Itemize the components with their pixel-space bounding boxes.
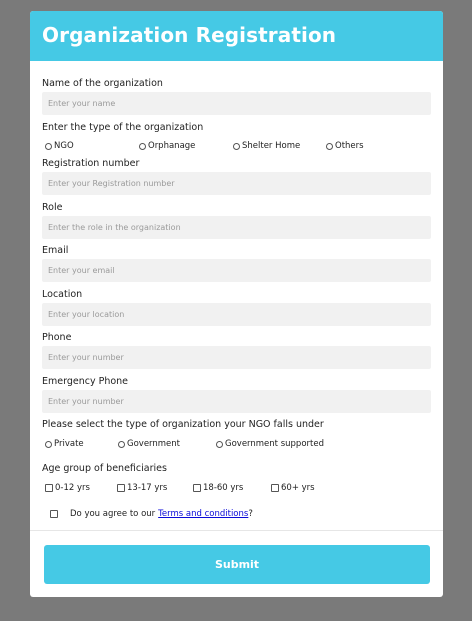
checkbox-icon[interactable] — [193, 484, 201, 492]
registration-input[interactable] — [42, 172, 431, 195]
page-title: Organization Registration — [42, 23, 337, 47]
radio-icon[interactable] — [45, 142, 52, 150]
terms-checkbox[interactable] — [50, 510, 58, 518]
age-group-option-60-plus[interactable]: 60+ yrs — [271, 483, 315, 493]
name-label: Name of the organization — [42, 78, 163, 89]
org-type-option-shelter-home[interactable]: Shelter Home — [233, 141, 300, 151]
org-type-option-orphanage[interactable]: Orphanage — [139, 141, 195, 151]
role-label: Role — [42, 202, 63, 213]
location-input[interactable] — [42, 303, 431, 326]
radio-icon[interactable] — [139, 142, 146, 150]
org-category-option-government[interactable]: Government — [118, 439, 180, 449]
phone-label: Phone — [42, 332, 72, 343]
checkbox-icon[interactable] — [271, 484, 279, 492]
radio-icon[interactable] — [45, 440, 52, 448]
phone-input[interactable] — [42, 346, 431, 369]
role-input[interactable] — [42, 216, 431, 239]
registration-card: Organization Registration Name of the or… — [30, 11, 443, 597]
terms-text: Do you agree to our — [70, 509, 156, 519]
org-category-option-government-supported[interactable]: Government supported — [216, 439, 324, 449]
age-group-label: Age group of beneficiaries — [42, 463, 167, 474]
checkbox-icon[interactable] — [117, 484, 125, 492]
location-label: Location — [42, 289, 83, 300]
registration-label: Registration number — [42, 158, 140, 169]
radio-icon[interactable] — [326, 142, 333, 150]
email-label: Email — [42, 245, 69, 256]
emergency-phone-input[interactable] — [42, 390, 431, 413]
org-category-option-private[interactable]: Private — [45, 439, 84, 449]
terms-suffix: ? — [248, 509, 253, 519]
org-type-option-ngo[interactable]: NGO — [45, 141, 74, 151]
name-input[interactable] — [42, 92, 431, 115]
org-type-label: Enter the type of the organization — [42, 122, 204, 133]
email-input[interactable] — [42, 259, 431, 282]
terms-agreement[interactable]: Do you agree to our Terms and conditions… — [50, 509, 253, 519]
checkbox-icon[interactable] — [45, 484, 53, 492]
emergency-phone-label: Emergency Phone — [42, 376, 129, 387]
divider — [30, 530, 443, 531]
terms-link[interactable]: Terms and conditions — [158, 509, 248, 519]
age-group-option-13-17[interactable]: 13-17 yrs — [117, 483, 167, 493]
radio-icon[interactable] — [216, 440, 223, 448]
org-category-label: Please select the type of organization y… — [42, 419, 324, 430]
radio-icon[interactable] — [118, 440, 125, 448]
org-type-option-others[interactable]: Others — [326, 141, 364, 151]
radio-icon[interactable] — [233, 142, 240, 150]
card-header: Organization Registration — [30, 11, 443, 61]
age-group-option-18-60[interactable]: 18-60 yrs — [193, 483, 243, 493]
age-group-option-0-12[interactable]: 0-12 yrs — [45, 483, 90, 493]
submit-button[interactable]: Submit — [44, 545, 430, 584]
